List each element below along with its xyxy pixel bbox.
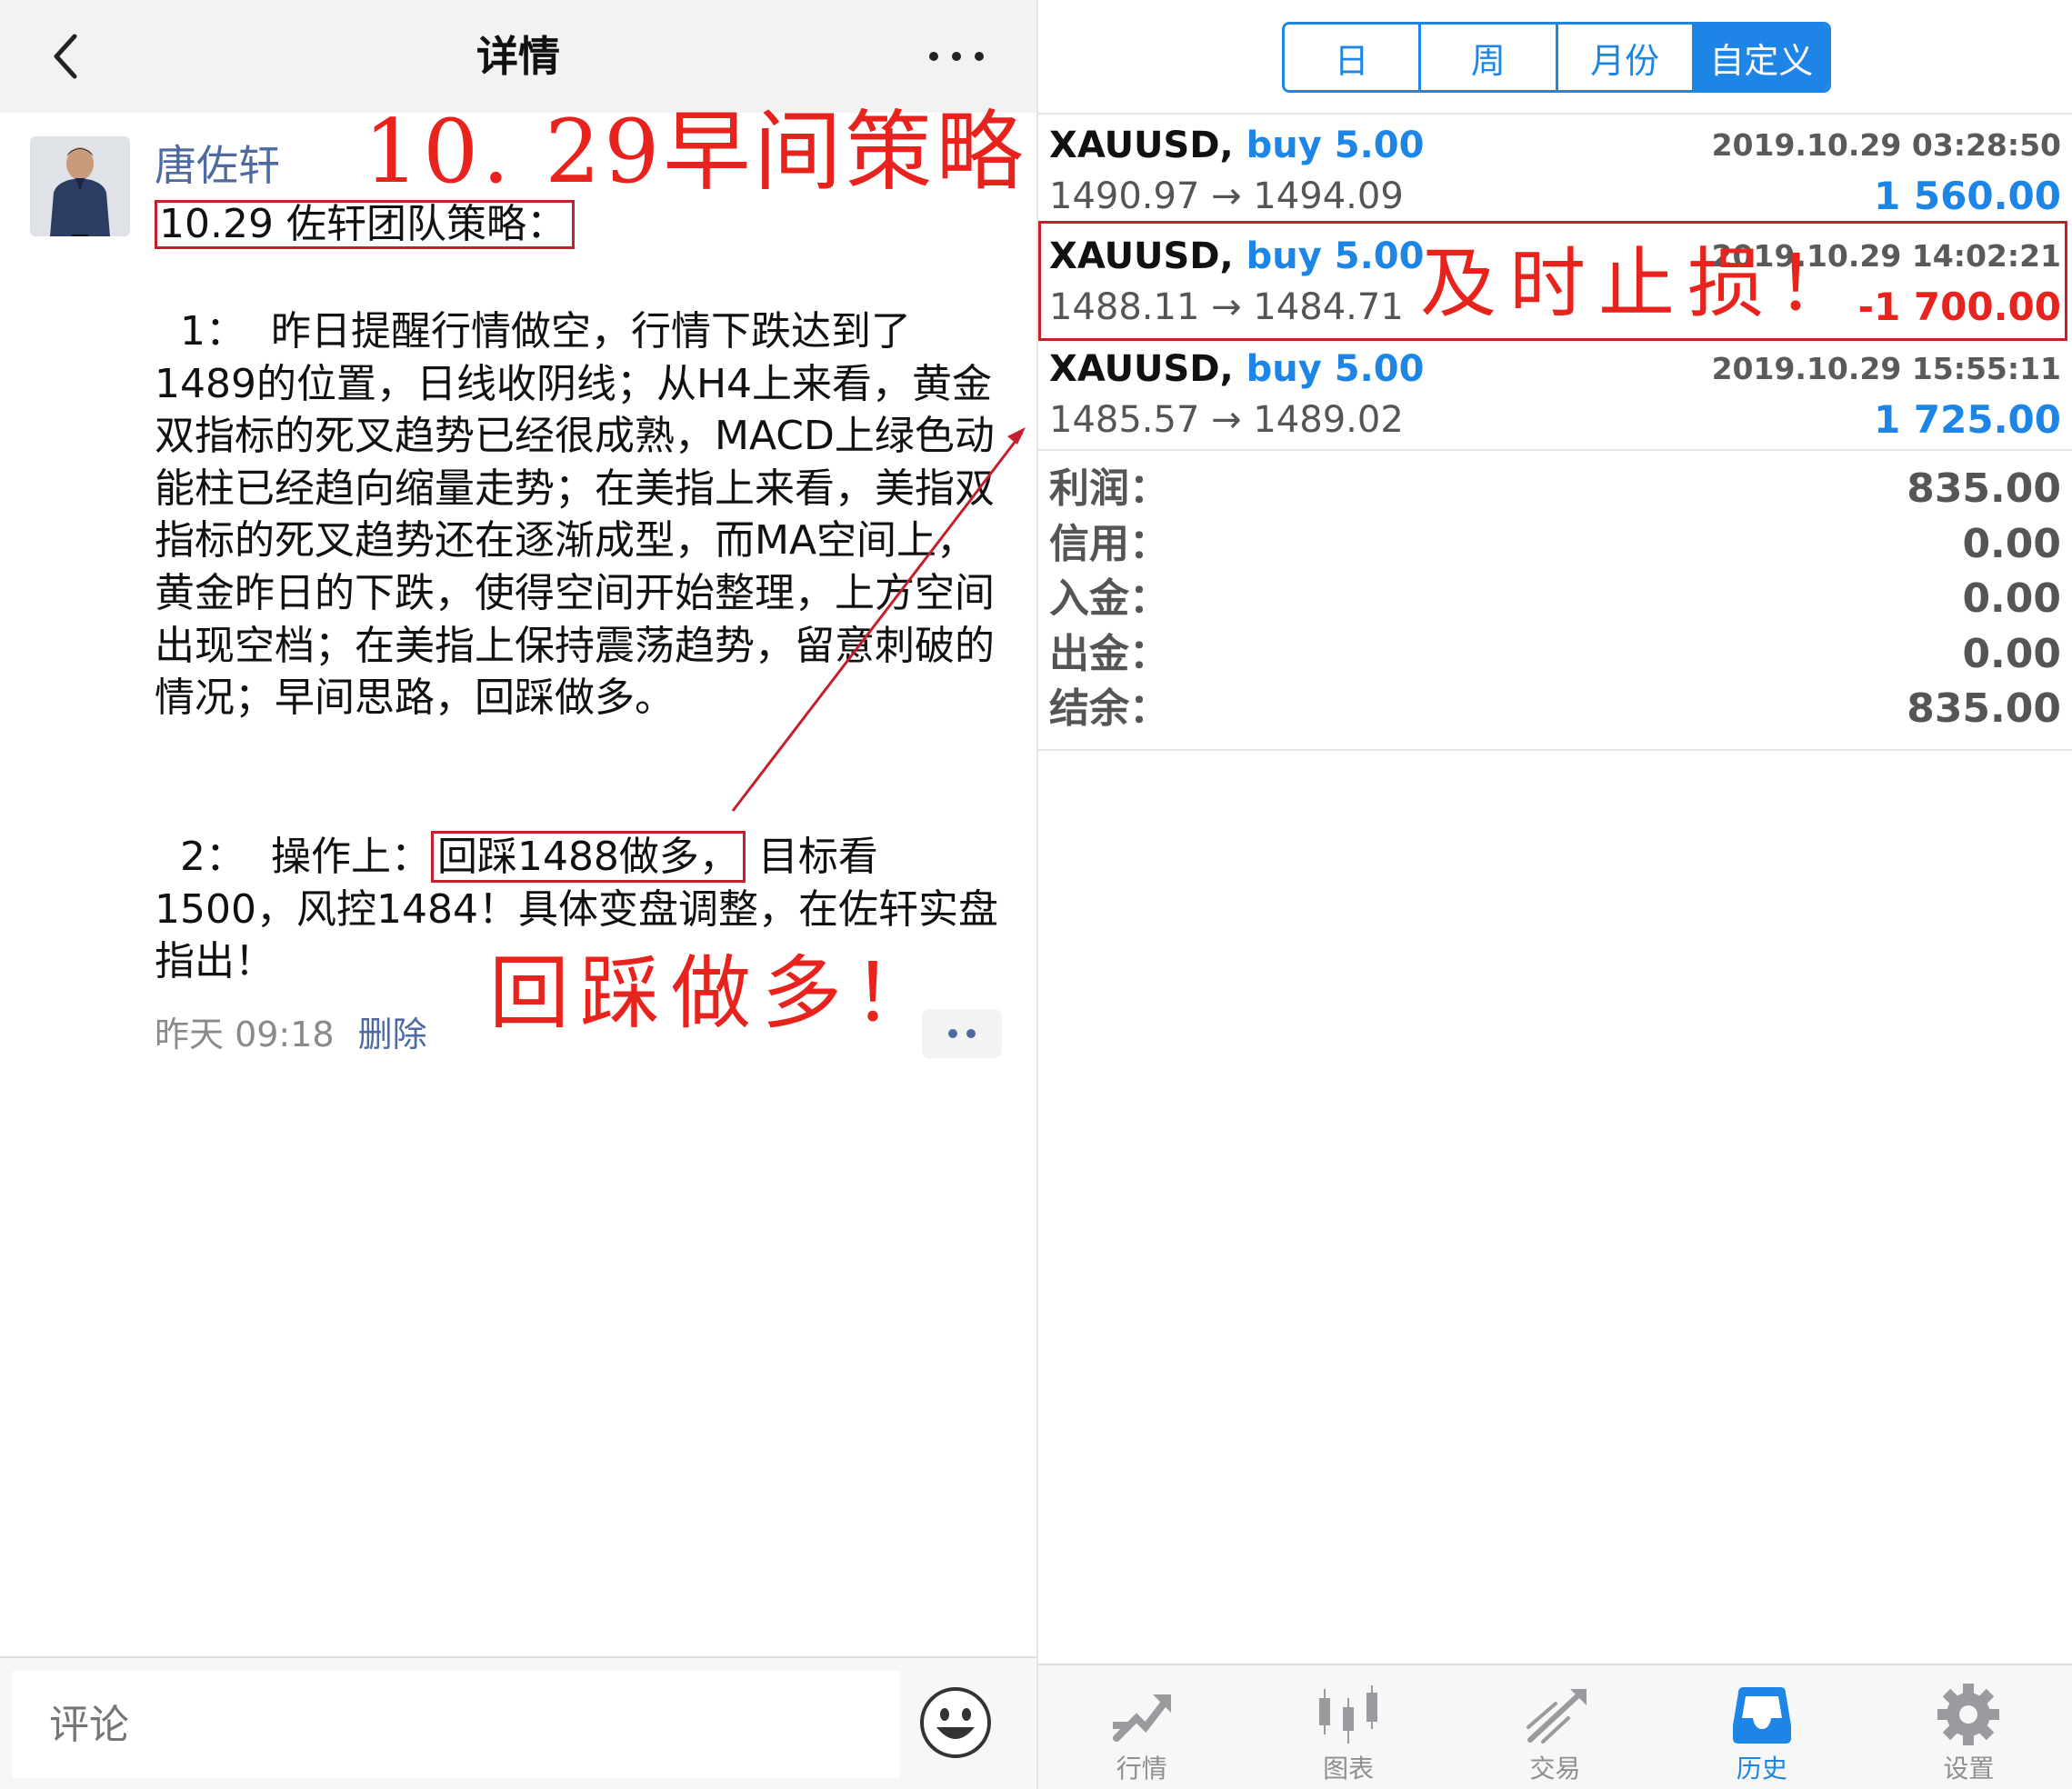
comment-bar: [0, 1656, 1036, 1789]
post-meta: 昨天 09:18 删除: [155, 1011, 427, 1058]
headline-annotation: 10. 29早间策略！: [364, 101, 1118, 203]
trade-history-panel: 日 周 月份 自定义 XAUUSD, buy 5.00 2019.10.29 0…: [1038, 0, 2072, 1789]
trade-icon: [1526, 1689, 1587, 1744]
account-summary: 利润： 835.00 信用： 0.00 入金： 0.00 出金： 0.00 结余…: [1038, 464, 2072, 739]
settings-icon: [1937, 1684, 2000, 1745]
tab-label: 历史: [1736, 1754, 1787, 1784]
summary-label: 出金：: [1049, 630, 1169, 677]
summary-row-credit: 信用： 0.00: [1038, 519, 2072, 575]
comment-like-button[interactable]: [922, 1009, 1002, 1058]
deal-time: 2019.10.29 15:55:11: [1711, 351, 2061, 386]
ellipsis-icon: [929, 52, 938, 61]
tab-charts[interactable]: 图表: [1245, 1665, 1451, 1789]
summary-row-deposit: 入金： 0.00: [1038, 574, 2072, 629]
deal-prices: 1485.57 → 1489.02: [1049, 399, 1404, 441]
summary-label: 利润：: [1049, 465, 1169, 512]
tab-quotes[interactable]: 行情: [1038, 1665, 1245, 1789]
tab-label: 图表: [1323, 1754, 1375, 1784]
page-title: 详情: [476, 32, 560, 81]
summary-value: 835.00: [1907, 685, 2061, 732]
paragraph-prefix: 2： 操作上：: [155, 834, 431, 880]
period-tab-custom[interactable]: 自定义: [1694, 25, 1828, 90]
deal-symbol: XAUUSD,: [1049, 125, 1234, 166]
deal-row[interactable]: XAUUSD, buy 5.00 2019.10.29 15:55:11 148…: [1038, 338, 2072, 451]
buy-annotation: 回踩做多！: [489, 946, 945, 1040]
deal-direction: buy 5.00: [1246, 348, 1425, 390]
deal-prices: 1490.97 → 1494.09: [1049, 175, 1404, 217]
bottom-tab-bar: 行情 图表 交易 历史 设置: [1038, 1664, 2072, 1789]
deal-profit: 1 560.00: [1874, 174, 2061, 218]
divider: [1038, 449, 2072, 451]
tab-trade[interactable]: 交易: [1452, 1665, 1658, 1789]
nav-bar: 详情: [0, 0, 1036, 113]
more-button[interactable]: [929, 40, 984, 73]
quotes-icon: [1112, 1694, 1171, 1742]
period-selector: 日 周 月份 自定义: [1282, 22, 1831, 93]
author-name[interactable]: 唐佐轩: [155, 136, 280, 195]
summary-value: 0.00: [1962, 520, 2061, 567]
delete-link[interactable]: 删除: [358, 1014, 427, 1054]
summary-value: 0.00: [1962, 630, 2061, 677]
post-title: 10.29 佐轩团队策略：: [155, 200, 575, 249]
tab-label: 行情: [1116, 1754, 1167, 1784]
period-tab-week[interactable]: 周: [1421, 25, 1558, 90]
highlighted-entry: 回踩1488做多，: [430, 831, 746, 883]
period-tab-month[interactable]: 月份: [1557, 25, 1695, 90]
tab-label: 设置: [1943, 1754, 1995, 1784]
deal-profit: 1 725.00: [1874, 397, 2061, 442]
summary-value: 835.00: [1907, 465, 2061, 512]
chart-icon: [1319, 1685, 1378, 1744]
post-time: 昨天 09:18: [155, 1014, 335, 1054]
tab-history[interactable]: 历史: [1658, 1665, 1865, 1789]
period-tab-day[interactable]: 日: [1285, 25, 1422, 90]
comment-input[interactable]: [13, 1671, 900, 1778]
summary-label: 入金：: [1049, 575, 1169, 622]
stop-loss-annotation: 及时止损！: [1420, 239, 1867, 328]
summary-value: 0.00: [1962, 575, 2061, 622]
dots-icon: [948, 1029, 957, 1038]
history-icon: [1732, 1687, 1791, 1744]
avatar[interactable]: [30, 136, 130, 236]
tab-settings[interactable]: 设置: [1866, 1665, 2072, 1789]
deal-direction: buy 5.00: [1246, 125, 1425, 166]
summary-row-profit: 利润： 835.00: [1038, 464, 2072, 519]
post-detail-panel: 详情 唐佐轩 10. 29早间策略！ 10.29 佐轩团队策略： 1： 昨日提醒…: [0, 0, 1114, 1789]
divider: [1038, 749, 2072, 751]
summary-row-balance: 结余： 835.00: [1038, 684, 2072, 739]
emoji-button[interactable]: [918, 1685, 993, 1760]
paragraph-text: 1： 昨日提醒行情做空，行情下跌达到了1489的位置，日线收阴线；从H4上来看，…: [155, 308, 995, 722]
summary-row-withdrawal: 出金： 0.00: [1038, 629, 2072, 685]
deal-row[interactable]: XAUUSD, buy 5.00 2019.10.29 03:28:50 149…: [1038, 115, 2072, 227]
summary-label: 信用：: [1049, 520, 1169, 567]
post-paragraph-1: 1： 昨日提醒行情做空，行情下跌达到了1489的位置，日线收阴线；从H4上来看，…: [155, 305, 1009, 725]
summary-label: 结余：: [1049, 685, 1169, 732]
deal-symbol: XAUUSD,: [1049, 348, 1234, 390]
smiley-icon: [920, 1687, 991, 1758]
tab-label: 交易: [1529, 1754, 1581, 1784]
deal-time: 2019.10.29 03:28:50: [1711, 127, 2061, 163]
